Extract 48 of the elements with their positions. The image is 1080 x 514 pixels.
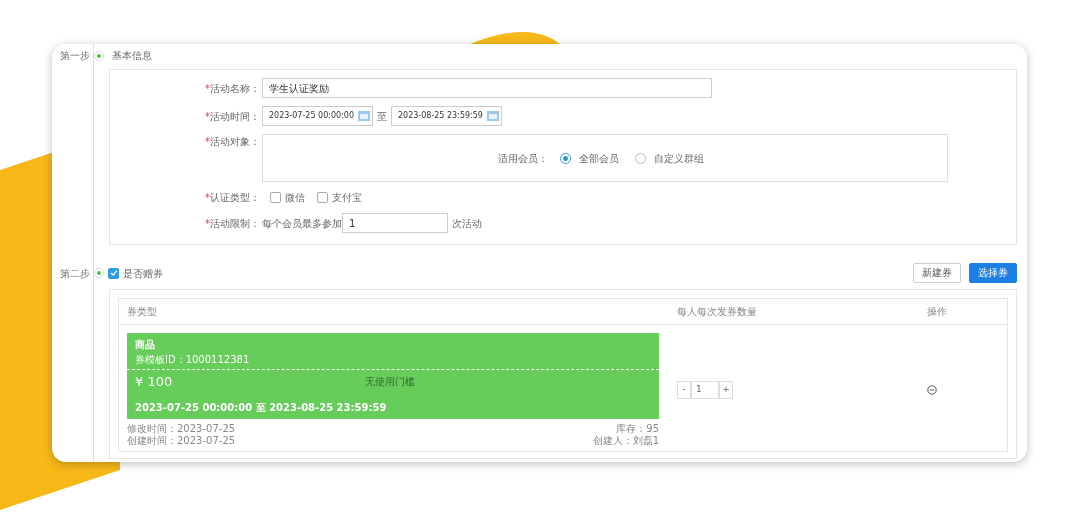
coupon-type: 商品 [135,338,156,352]
checkbox[interactable] [270,192,281,203]
step-label: 第一步 [60,49,90,63]
date-field[interactable]: 2023-07-25 00:00:00 [262,106,373,126]
step-dot-icon [94,50,104,61]
checkbox-label: 支付宝 [332,191,362,205]
created-time: 创建时间：2023-07-25 [127,434,236,447]
checkbox[interactable] [108,267,119,279]
column-header: 操作 [927,305,947,319]
increment-button[interactable]: + [719,380,733,399]
checkbox[interactable] [317,192,328,203]
column-header: 每人每次发券数量 [677,305,758,319]
calendar-icon [357,111,370,121]
field-label: *活动限制： [205,216,260,231]
field-label: *活动对象： [205,135,260,149]
column-header: 券类型 [127,305,158,319]
date-value: 2023-08-25 23:59:59 [397,110,483,122]
range-separator: 至 [376,109,387,124]
step-dot-icon [94,268,104,278]
checkbox-label: 微信 [285,191,305,205]
calendar-icon [486,111,499,121]
text-field[interactable]: 学生认证奖励 [262,78,712,98]
number-field[interactable]: 1 [342,213,448,233]
action-button[interactable]: 新建券 [913,263,961,283]
quantity-field[interactable]: 1 [691,380,719,399]
date-value: 2023-07-25 00:00:00 [269,110,354,122]
section-title: 基本信息 [112,49,152,63]
radio-label: 自定义群组 [654,151,704,166]
field-label: *活动名称： [205,81,260,96]
action-button[interactable]: 选择券 [969,263,1017,283]
limit-suffix: 次活动 [452,216,482,231]
field-label: *活动时间： [205,109,260,124]
field-label: *认证类型： [205,191,260,205]
radio-label: 全部会员 [579,151,619,166]
coupon-validity: 2023-07-25 00:00:00 至 2023-08-25 23:59:59 [134,400,388,415]
date-field[interactable]: 2023-08-25 23:59:59 [390,106,502,126]
step-label: 第二步 [60,266,90,281]
radio-group-label: 适用会员： [498,151,548,166]
coupon-condition: 无使用门槛 [365,375,415,390]
checkbox-label: 是否赠券 [123,266,164,281]
remove-icon[interactable] [927,384,937,395]
coupon-amount: ¥ 100 [135,373,174,391]
modified-time: 修改时间：2023-07-25 [127,422,236,435]
template-id: 券模板ID：1000112381 [135,353,251,367]
limit-prefix: 每个会员最多参加 [262,216,342,231]
creator-name: 创建人：刘磊1 [592,434,659,447]
stock-count: 库存：95 [616,422,659,435]
decrement-button[interactable]: - [677,380,691,399]
